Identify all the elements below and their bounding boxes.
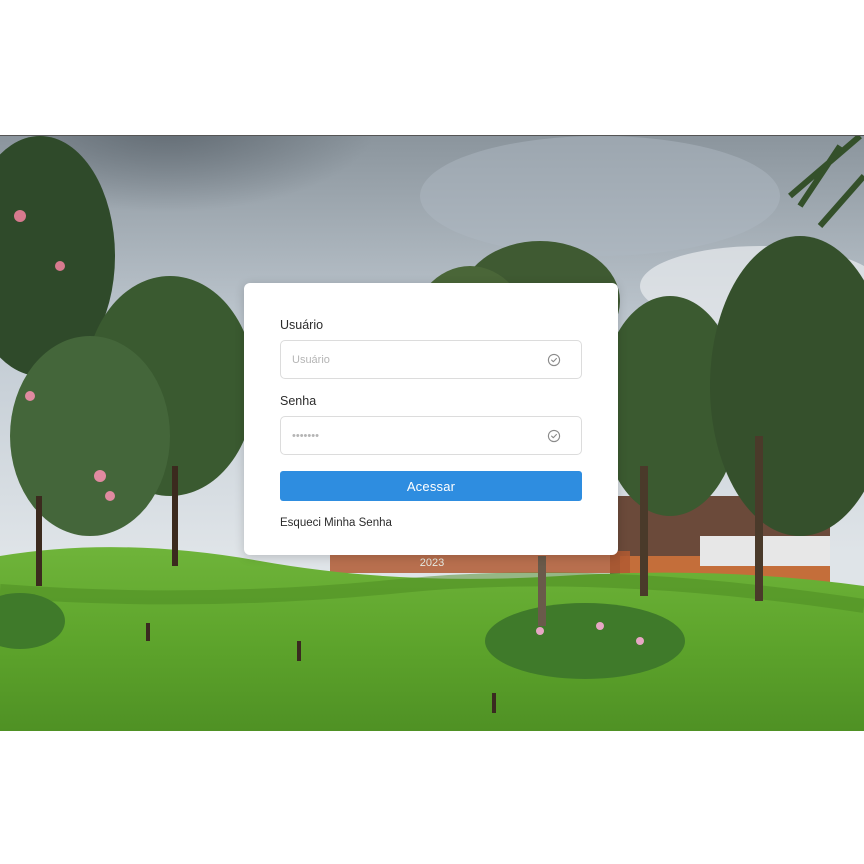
footer-year: 2023	[419, 557, 445, 569]
forgot-password-link[interactable]: Esqueci Minha Senha	[280, 517, 392, 529]
password-input[interactable]	[281, 417, 552, 454]
check-circle-icon	[547, 353, 561, 367]
password-label: Senha	[280, 394, 317, 408]
username-input[interactable]	[281, 341, 552, 378]
password-field[interactable]	[280, 416, 582, 455]
username-label: Usuário	[280, 318, 324, 332]
username-field[interactable]	[280, 340, 582, 379]
check-circle-icon	[547, 429, 561, 443]
login-card: Usuário Senha Acessar Esqueci Minha Senh…	[244, 283, 618, 555]
login-button[interactable]: Acessar	[280, 471, 582, 501]
